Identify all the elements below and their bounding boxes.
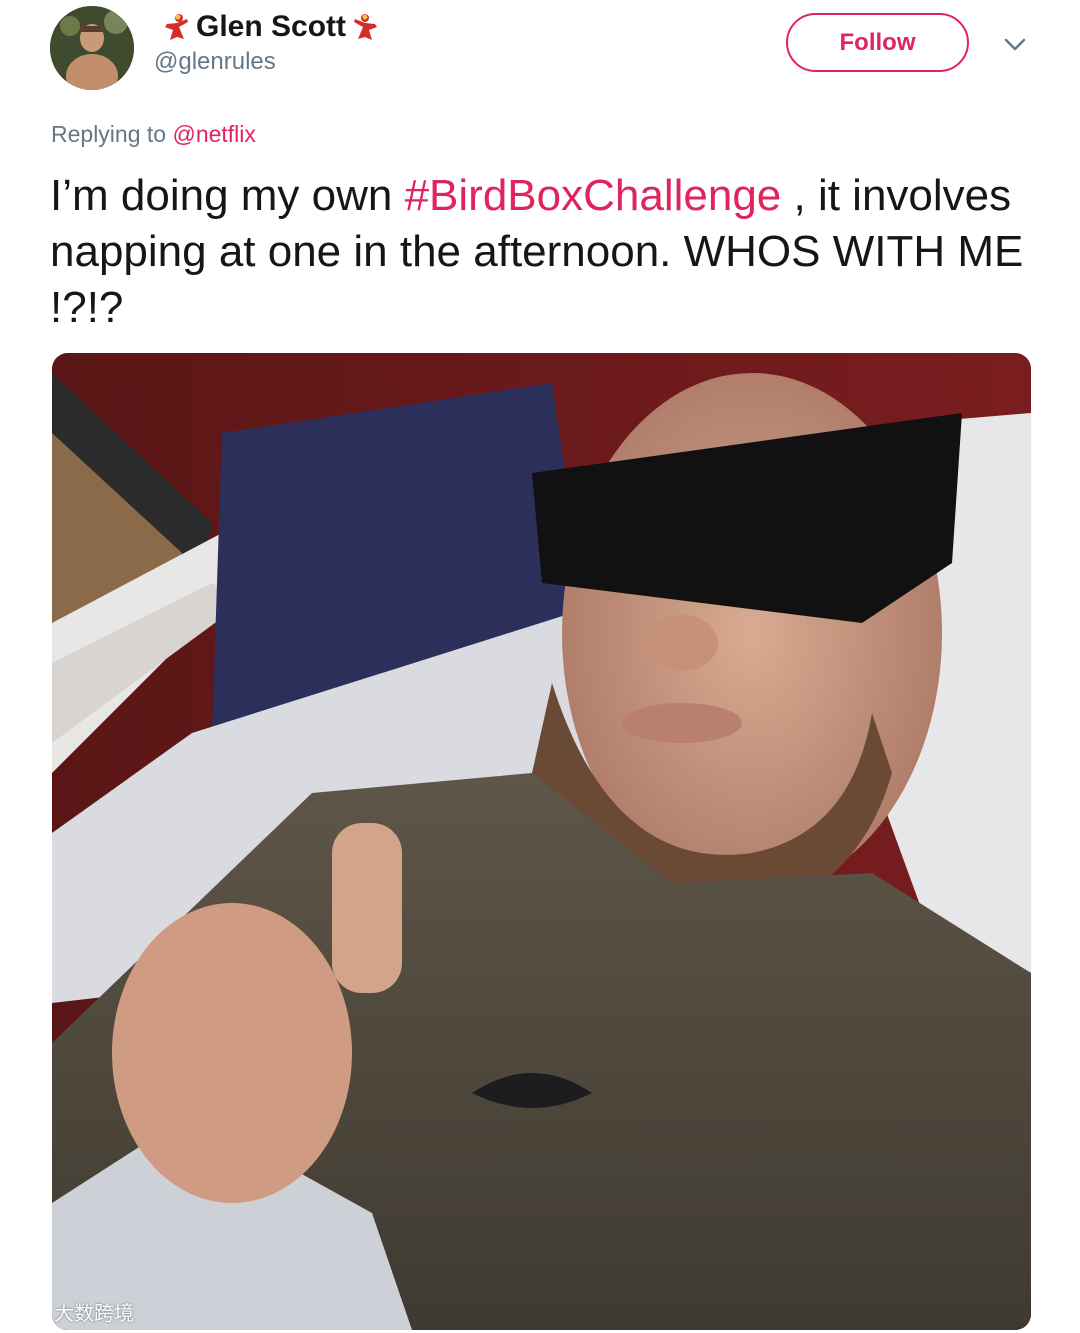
selfie-photo xyxy=(52,353,1031,1330)
watermark-text: 大数跨境 xyxy=(54,1302,134,1325)
user-handle[interactable]: @glenrules xyxy=(154,48,276,76)
follow-button[interactable]: Follow xyxy=(786,13,969,72)
dancer-emoji-icon xyxy=(162,12,192,42)
tweet-text-before: I’m doing my own xyxy=(50,171,405,220)
tweet-text: I’m doing my own #BirdBoxChallenge , it … xyxy=(50,168,1040,336)
display-name[interactable]: Glen Scott xyxy=(196,10,346,44)
watermark: 大数跨境 xyxy=(8,1296,134,1326)
replying-to-prefix: Replying to xyxy=(51,121,167,147)
avatar[interactable] xyxy=(50,6,134,90)
watermark-logo-icon xyxy=(8,1296,48,1326)
avatar-photo xyxy=(50,6,134,90)
dancer-emoji-icon xyxy=(350,12,380,42)
chevron-down-icon[interactable] xyxy=(1000,30,1030,60)
replying-to: Replying to @netflix xyxy=(51,121,256,148)
hashtag-link[interactable]: #BirdBoxChallenge xyxy=(405,171,782,220)
reply-mention-link[interactable]: @netflix xyxy=(172,121,255,147)
display-name-row: Glen Scott xyxy=(162,8,380,46)
tweet-photo[interactable] xyxy=(52,353,1031,1330)
